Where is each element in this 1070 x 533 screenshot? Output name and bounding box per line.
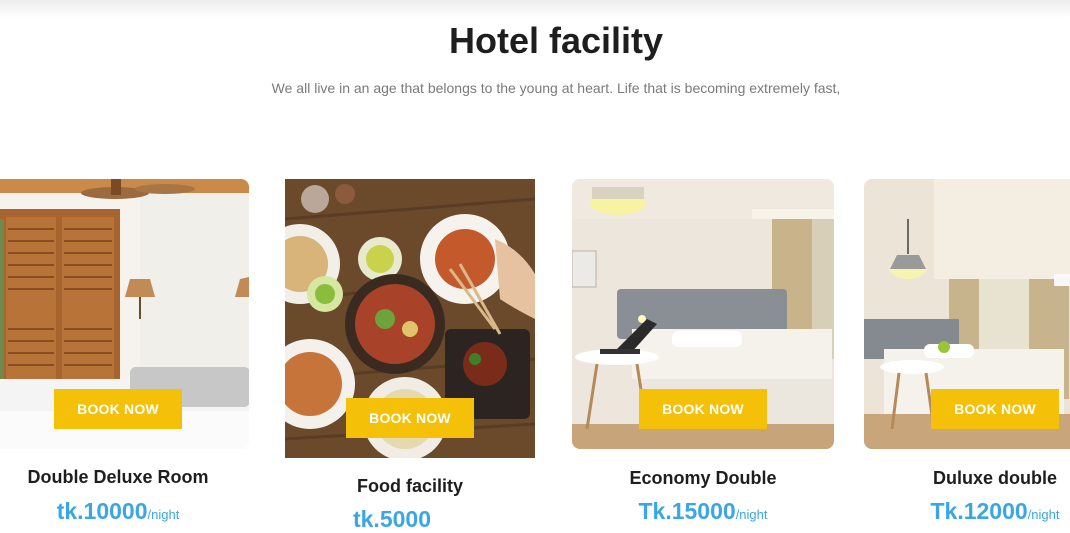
- room-price-double-deluxe: tk.10000/night: [18, 498, 218, 525]
- price-unit: /night: [147, 507, 180, 522]
- price-amount: Tk.12000: [930, 498, 1028, 524]
- room-price-duluxe-double: Tk.12000/night: [895, 498, 1070, 525]
- section-subtitle: We all live in an age that belongs to th…: [271, 80, 841, 96]
- room-price-economy-double: Tk.15000/night: [603, 498, 803, 525]
- book-now-button-duluxe-double[interactable]: BOOK NOW: [931, 389, 1059, 429]
- price-amount: tk.10000: [56, 498, 148, 524]
- book-now-button-double-deluxe[interactable]: BOOK NOW: [54, 389, 182, 429]
- book-now-button-economy-double[interactable]: BOOK NOW: [639, 389, 767, 429]
- room-title-economy-double: Economy Double: [629, 468, 777, 488]
- header-shadow: [0, 0, 1070, 18]
- facility-title-food: Food facility: [356, 476, 463, 496]
- price-unit: /night: [1027, 507, 1060, 522]
- room-title-duluxe-double: Duluxe double: [932, 468, 1057, 488]
- section-title: Hotel facility: [448, 20, 664, 61]
- price-amount: Tk.15000: [638, 498, 736, 524]
- price-amount: tk.5000: [352, 506, 431, 532]
- room-title-double-deluxe: Double Deluxe Room: [27, 467, 209, 487]
- price-unit: /night: [735, 507, 768, 522]
- book-now-button-food[interactable]: BOOK NOW: [346, 398, 474, 438]
- facility-price-food: tk.5000: [292, 506, 492, 533]
